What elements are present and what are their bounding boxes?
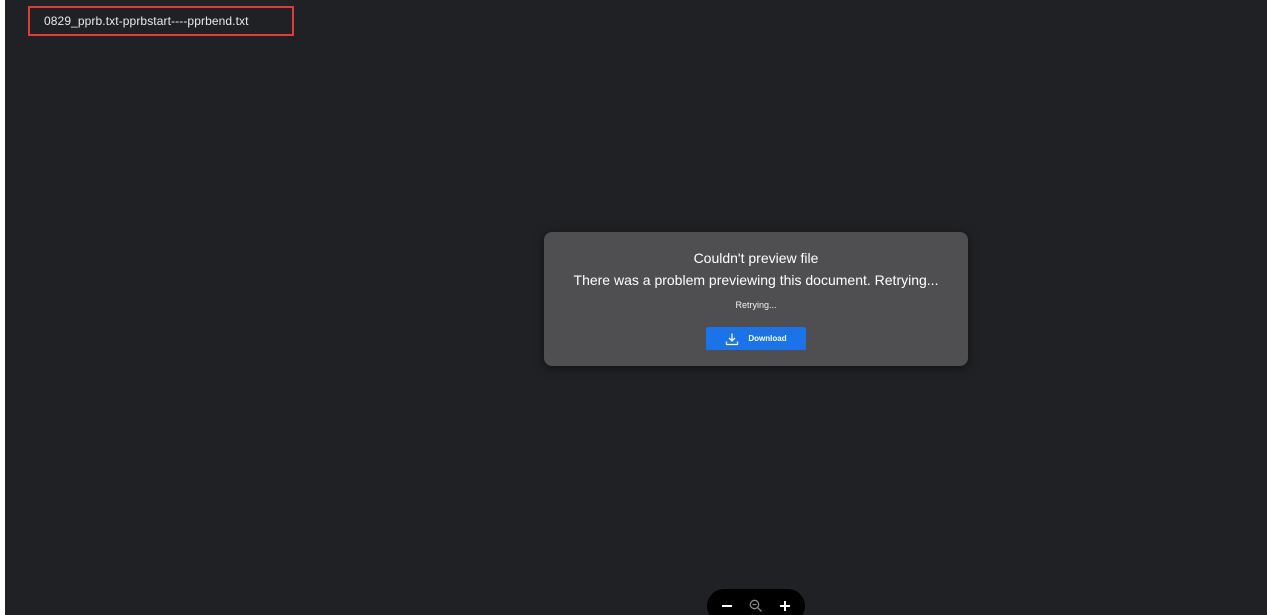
file-preview-viewer: 0829_pprb.txt-pprbstart----pprbend.txt C… [5, 0, 1267, 615]
download-icon [725, 332, 739, 346]
dialog-message: There was a problem previewing this docu… [573, 272, 939, 288]
zoom-reset-button[interactable] [746, 596, 766, 615]
download-label: Download [748, 334, 787, 343]
zoom-in-button[interactable] [775, 596, 795, 615]
dialog-title: Couldn't preview file [693, 250, 819, 266]
zoom-out-button[interactable] [717, 596, 737, 615]
magnifier-icon [749, 599, 762, 612]
preview-error-dialog: Couldn't preview file There was a proble… [544, 232, 968, 366]
retry-status: Retrying... [735, 300, 777, 310]
file-name: 0829_pprb.txt-pprbstart----pprbend.txt [44, 14, 249, 28]
file-name-header: 0829_pprb.txt-pprbstart----pprbend.txt [28, 6, 294, 36]
minus-icon [722, 605, 733, 607]
download-button[interactable]: Download [706, 327, 806, 350]
plus-icon [779, 601, 790, 611]
zoom-controls [707, 589, 805, 615]
